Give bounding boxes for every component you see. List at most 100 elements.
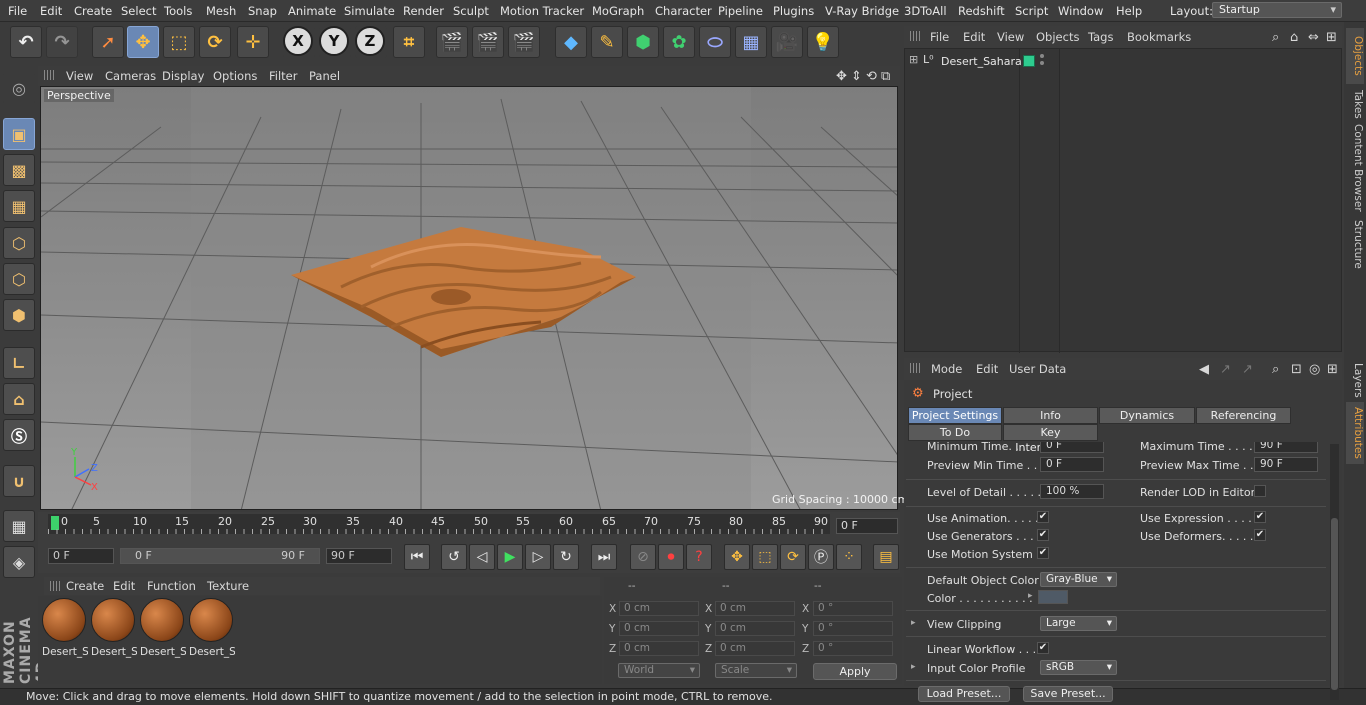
go-to-end-button[interactable]: ⏭ xyxy=(591,544,617,570)
menu-render[interactable]: Render xyxy=(403,4,444,18)
orbit-icon[interactable]: ⟲ xyxy=(866,69,877,84)
rotation-h-field[interactable]: 0 ° xyxy=(813,601,893,616)
render-picture-viewer-button[interactable]: 🎬 xyxy=(472,26,504,58)
save-preset-button[interactable]: Save Preset... xyxy=(1023,686,1113,702)
menu-plugins[interactable]: Plugins xyxy=(773,4,814,18)
side-tab-content-browser[interactable]: Content Browser xyxy=(1346,124,1364,212)
menu-file[interactable]: File xyxy=(8,4,27,18)
om-menu-file[interactable]: File xyxy=(930,30,949,44)
deformer-button[interactable]: ⬭ xyxy=(699,26,731,58)
side-tab-takes[interactable]: Takes xyxy=(1346,86,1364,122)
camera-button[interactable]: 🎥 xyxy=(771,26,803,58)
subdivision-button[interactable]: ⬢ xyxy=(627,26,659,58)
menu-animate[interactable]: Animate xyxy=(288,4,336,18)
make-editable-button[interactable]: ◎ xyxy=(3,72,35,104)
min-time-field[interactable]: 0 F xyxy=(1040,442,1104,453)
material-swatch[interactable]: Desert_S xyxy=(91,598,137,658)
cube-button[interactable]: ◆ xyxy=(555,26,587,58)
timeline-ruler[interactable]: 0 5 10 15 20 25 30 35 40 45 50 55 60 65 … xyxy=(48,514,830,534)
render-visibility-dot[interactable] xyxy=(1040,61,1044,65)
lod-field[interactable]: 100 % xyxy=(1040,484,1104,499)
material-swatch[interactable]: Desert_S xyxy=(42,598,88,658)
om-menu-objects[interactable]: Objects xyxy=(1036,30,1079,44)
use-expression-checkbox[interactable]: ✔ xyxy=(1254,511,1266,523)
tweak-mode-button[interactable]: ⌂ xyxy=(3,383,35,415)
attributes-scrollbar[interactable] xyxy=(1330,444,1339,700)
size-z-field[interactable]: 0 cm xyxy=(715,641,795,656)
target-icon[interactable]: ◎ xyxy=(1309,362,1320,377)
playhead[interactable] xyxy=(51,516,59,530)
vp-menu-options[interactable]: Options xyxy=(213,69,257,83)
use-animation-checkbox[interactable]: ✔ xyxy=(1037,511,1049,523)
view-clipping-select[interactable]: Large xyxy=(1040,616,1117,631)
prev-key-button[interactable]: ↺ xyxy=(441,544,467,570)
search-icon[interactable]: ⌕ xyxy=(1272,362,1279,377)
side-tab-layers[interactable]: Layers xyxy=(1346,360,1364,400)
default-color-select[interactable]: Gray-Blue xyxy=(1040,572,1117,587)
size-x-field[interactable]: 0 cm xyxy=(715,601,795,616)
transform-tool-button[interactable]: ✛ xyxy=(237,26,269,58)
back-arrow-icon[interactable]: ◀ xyxy=(1199,362,1209,377)
search-icon[interactable]: ⌕ xyxy=(1272,30,1279,45)
axis-mode-button[interactable]: ∟ xyxy=(3,347,35,379)
record-keys-button[interactable]: ⊘ xyxy=(630,544,656,570)
polygons-mode-button[interactable]: ⬢ xyxy=(3,299,35,331)
model-mode-button[interactable]: ▣ xyxy=(3,118,35,150)
om-menu-view[interactable]: View xyxy=(997,30,1024,44)
camera-label[interactable]: Perspective xyxy=(44,89,114,102)
rotation-p-field[interactable]: 0 ° xyxy=(813,621,893,636)
pan-icon[interactable]: ✥ xyxy=(836,69,847,84)
om-menu-edit[interactable]: Edit xyxy=(963,30,985,44)
menu-simulate[interactable]: Simulate xyxy=(344,4,395,18)
home-icon[interactable]: ⌂ xyxy=(1290,30,1298,45)
coordinate-system-button[interactable]: ⌗ xyxy=(393,26,425,58)
mat-menu-function[interactable]: Function xyxy=(147,579,196,593)
vp-menu-display[interactable]: Display xyxy=(162,69,204,83)
vp-menu-filter[interactable]: Filter xyxy=(269,69,297,83)
move-tool-button[interactable]: ✥ xyxy=(127,26,159,58)
input-profile-expand-icon[interactable]: ▸ xyxy=(911,662,916,672)
menu-pipeline[interactable]: Pipeline xyxy=(718,4,763,18)
tab-dynamics[interactable]: Dynamics xyxy=(1099,407,1195,424)
material-swatch[interactable]: Desert_S xyxy=(140,598,186,658)
vp-menu-cameras[interactable]: Cameras xyxy=(105,69,156,83)
mat-menu-edit[interactable]: Edit xyxy=(113,579,135,593)
workplane-lock-button[interactable]: ▦ xyxy=(3,510,35,542)
menu-script[interactable]: Script xyxy=(1015,4,1048,18)
coordinate-mode-select[interactable]: World xyxy=(618,663,700,678)
menu-mograph[interactable]: MoGraph xyxy=(592,4,644,18)
vp-menu-panel[interactable]: Panel xyxy=(309,69,340,83)
editor-visibility-dot[interactable] xyxy=(1040,54,1044,58)
range-slider[interactable]: 0 F 90 F xyxy=(120,548,320,564)
rotation-b-field[interactable]: 0 ° xyxy=(813,641,893,656)
tab-to-do[interactable]: To Do xyxy=(908,424,1002,441)
key-parameter-button[interactable]: Ⓟ xyxy=(808,544,834,570)
end-frame-field[interactable]: 90 F xyxy=(326,548,392,564)
menu-redshift[interactable]: Redshift xyxy=(958,4,1005,18)
vp-menu-view[interactable]: View xyxy=(66,69,93,83)
floor-button[interactable]: ▦ xyxy=(735,26,767,58)
scale-tool-button[interactable]: ⬚ xyxy=(163,26,195,58)
forward-arrow-icon[interactable]: ↗ xyxy=(1242,362,1253,377)
redo-button[interactable]: ↷ xyxy=(46,26,78,58)
menu-vray-bridge[interactable]: V-Ray Bridge xyxy=(825,4,899,18)
snapping-button[interactable]: Ⓢ xyxy=(3,419,35,451)
expand-icon[interactable]: ⊞ xyxy=(909,53,918,66)
menu-edit[interactable]: Edit xyxy=(40,4,62,18)
menu-character[interactable]: Character xyxy=(655,4,712,18)
menu-mesh[interactable]: Mesh xyxy=(206,4,236,18)
perspective-viewport[interactable]: Y Z X xyxy=(40,86,898,510)
use-deformers-checkbox[interactable]: ✔ xyxy=(1254,529,1266,541)
pen-spline-button[interactable]: ✎ xyxy=(591,26,623,58)
menu-motion-tracker[interactable]: Motion Tracker xyxy=(500,4,584,18)
arrows-icon[interactable]: ⇔ xyxy=(1308,30,1319,45)
position-y-field[interactable]: 0 cm xyxy=(619,621,699,636)
load-preset-button[interactable]: Load Preset... xyxy=(918,686,1010,702)
key-position-button[interactable]: ✥ xyxy=(724,544,750,570)
attr-menu-user-data[interactable]: User Data xyxy=(1009,362,1066,376)
side-tab-attributes[interactable]: Attributes xyxy=(1346,402,1364,464)
layout-select[interactable]: Startup xyxy=(1212,2,1342,18)
menu-sculpt[interactable]: Sculpt xyxy=(453,4,489,18)
next-frame-button[interactable]: ▷ xyxy=(525,544,551,570)
layer-color-swatch[interactable] xyxy=(1023,55,1035,67)
